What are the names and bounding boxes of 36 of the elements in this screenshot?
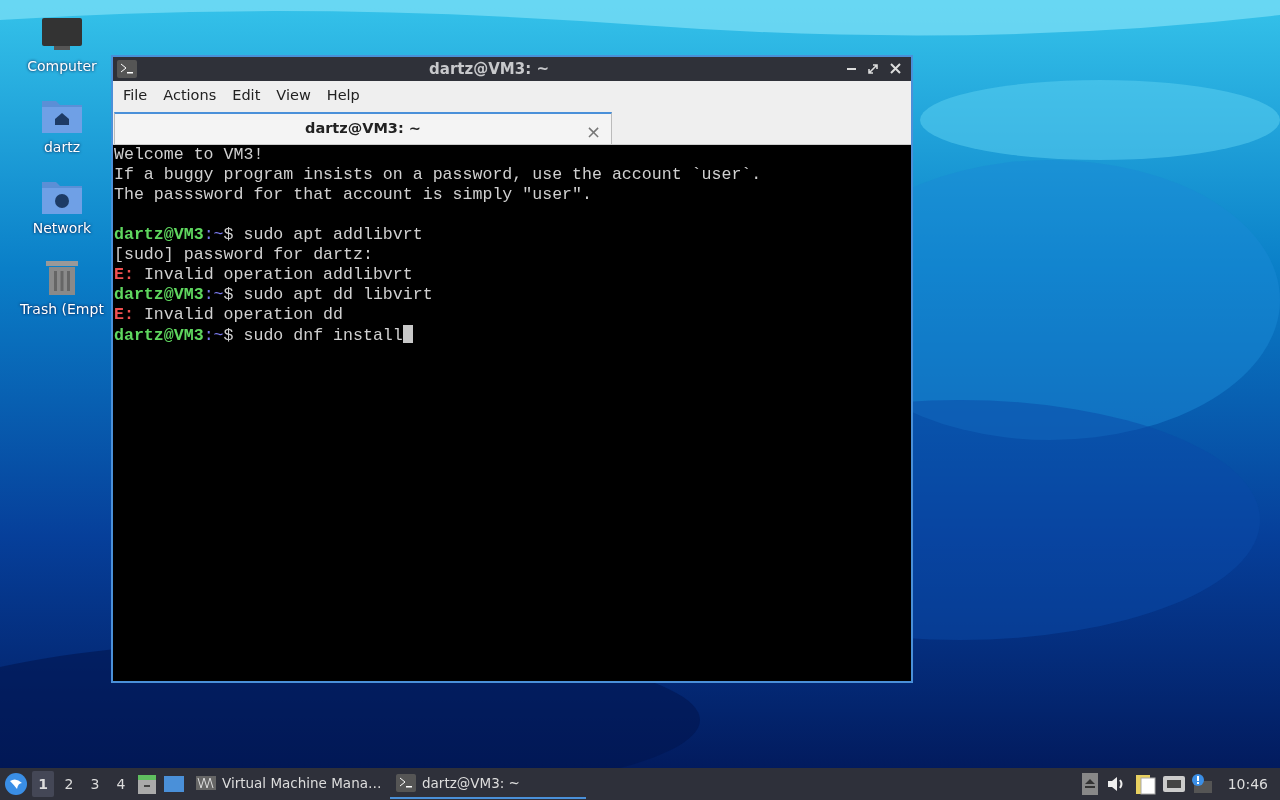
terminal-line: Welcome to VM3! [114,145,264,164]
eject-icon[interactable] [1081,773,1098,795]
terminal-tab[interactable]: dartz@VM3: ~ × [114,112,612,144]
terminal-line: If a buggy program insists on a password, use the account `user`. [114,165,762,184]
workspace-button[interactable]: 1 [32,771,54,797]
monitor-icon [196,776,216,790]
terminal-line: E: Invalid operation addlibvrt [114,265,413,284]
menu-item[interactable]: View [270,83,317,109]
terminal-line: dartz@VM3:~$ sudo apt dd libvirt [114,285,433,304]
start-menu-icon[interactable] [4,772,28,796]
network-icon[interactable] [1161,773,1186,795]
workspace-button[interactable]: 4 [110,771,132,797]
terminal-line: dartz@VM3:~$ sudo dnf install [114,326,403,345]
file-cabinet-icon[interactable] [136,773,158,795]
terminal-icon [117,60,137,78]
terminal-line: E: Invalid operation dd [114,305,344,324]
taskbar-button[interactable]: Virtual Machine Mana… [190,769,386,799]
menu-item[interactable]: Help [320,83,366,109]
terminal-line: dartz@VM3:~$ sudo apt addlibvrt [114,225,423,244]
taskbar-button[interactable]: dartz@VM3: ~ [390,769,586,799]
notification-icon[interactable] [1189,773,1214,795]
terminal-line: The passsword for that account is simply "user". [114,185,592,204]
menu-item[interactable]: Actions [157,83,223,109]
terminal-icon [396,774,416,792]
workspace-button[interactable]: 2 [58,771,80,797]
workspace-button[interactable]: 3 [84,771,106,797]
desktop-icon[interactable] [162,773,186,795]
desktop-icon-label[interactable]: Network [32,218,92,239]
desktop-icon-label[interactable]: Trash (Empt [20,299,104,320]
tab-close-button[interactable]: × [585,118,601,145]
menu-item[interactable]: File [117,83,154,109]
terminal-line: [sudo] password for dartz: [114,245,373,264]
window-title: dartz@VM3: ~ [428,58,550,80]
clock[interactable]: 10:46 [1217,773,1276,795]
clipboard-icon[interactable] [1133,772,1158,796]
menu-item[interactable]: Edit [226,83,267,109]
